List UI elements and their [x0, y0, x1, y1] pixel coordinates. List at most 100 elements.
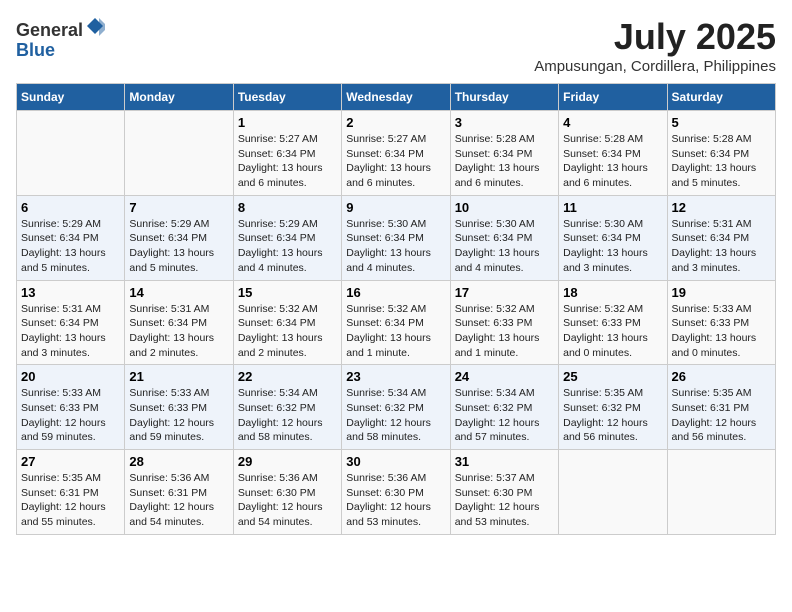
- day-number: 29: [238, 454, 337, 469]
- calendar-cell: [667, 450, 775, 535]
- day-info: Sunrise: 5:32 AM Sunset: 6:34 PM Dayligh…: [346, 302, 445, 361]
- calendar-cell: 19Sunrise: 5:33 AM Sunset: 6:33 PM Dayli…: [667, 280, 775, 365]
- day-info: Sunrise: 5:30 AM Sunset: 6:34 PM Dayligh…: [455, 217, 554, 276]
- day-number: 20: [21, 369, 120, 384]
- calendar-week-row: 6 Sunrise: 5:29 AM Sunset: 6:34 PM Daylig…: [17, 195, 776, 280]
- day-number: 27: [21, 454, 120, 469]
- day-number: 22: [238, 369, 337, 384]
- column-header-wednesday: Wednesday: [342, 84, 450, 111]
- calendar-cell: 2 Sunrise: 5:27 AM Sunset: 6:34 PM Daylig…: [342, 111, 450, 196]
- calendar-cell: 30 Sunrise: 5:36 AM Sunset: 6:30 PM Dayli…: [342, 450, 450, 535]
- day-info: Sunrise: 5:35 AM Sunset: 6:32 PM Dayligh…: [563, 386, 662, 445]
- day-number: 24: [455, 369, 554, 384]
- day-number: 30: [346, 454, 445, 469]
- day-number: 3: [455, 115, 554, 130]
- day-info: Sunrise: 5:34 AM Sunset: 6:32 PM Dayligh…: [346, 386, 445, 445]
- calendar-cell: 18 Sunrise: 5:32 AM Sunset: 6:33 PM Dayli…: [559, 280, 667, 365]
- calendar-cell: [559, 450, 667, 535]
- column-header-monday: Monday: [125, 84, 233, 111]
- calendar-cell: [17, 111, 125, 196]
- column-header-friday: Friday: [559, 84, 667, 111]
- day-info: Sunrise: 5:32 AM Sunset: 6:34 PM Dayligh…: [238, 302, 337, 361]
- logo-blue-text: Blue: [16, 40, 55, 60]
- day-number: 28: [129, 454, 228, 469]
- day-number: 23: [346, 369, 445, 384]
- month-title: July 2025: [534, 16, 776, 58]
- calendar-week-row: 1 Sunrise: 5:27 AM Sunset: 6:34 PM Daylig…: [17, 111, 776, 196]
- day-info: Sunrise: 5:35 AM Sunset: 6:31 PM Dayligh…: [672, 386, 771, 445]
- calendar-cell: 31 Sunrise: 5:37 AM Sunset: 6:30 PM Dayli…: [450, 450, 558, 535]
- location-subtitle: Ampusungan, Cordillera, Philippines: [534, 58, 776, 75]
- day-number: 10: [455, 200, 554, 215]
- day-info: Sunrise: 5:33 AM Sunset: 6:33 PM Dayligh…: [21, 386, 120, 445]
- day-number: 26: [672, 369, 771, 384]
- calendar-week-row: 20 Sunrise: 5:33 AM Sunset: 6:33 PM Dayli…: [17, 365, 776, 450]
- day-info: Sunrise: 5:29 AM Sunset: 6:34 PM Dayligh…: [21, 217, 120, 276]
- calendar-week-row: 27 Sunrise: 5:35 AM Sunset: 6:31 PM Dayli…: [17, 450, 776, 535]
- logo-icon: [85, 16, 105, 36]
- logo-general-text: General: [16, 20, 83, 40]
- day-info: Sunrise: 5:27 AM Sunset: 6:34 PM Dayligh…: [346, 132, 445, 191]
- calendar-week-row: 13Sunrise: 5:31 AM Sunset: 6:34 PM Dayli…: [17, 280, 776, 365]
- day-info: Sunrise: 5:29 AM Sunset: 6:34 PM Dayligh…: [129, 217, 228, 276]
- day-info: Sunrise: 5:28 AM Sunset: 6:34 PM Dayligh…: [455, 132, 554, 191]
- calendar-cell: 7 Sunrise: 5:29 AM Sunset: 6:34 PM Daylig…: [125, 195, 233, 280]
- day-info: Sunrise: 5:36 AM Sunset: 6:30 PM Dayligh…: [346, 471, 445, 530]
- day-number: 31: [455, 454, 554, 469]
- day-number: 7: [129, 200, 228, 215]
- day-info: Sunrise: 5:32 AM Sunset: 6:33 PM Dayligh…: [455, 302, 554, 361]
- calendar-cell: 17 Sunrise: 5:32 AM Sunset: 6:33 PM Dayli…: [450, 280, 558, 365]
- calendar-cell: 14 Sunrise: 5:31 AM Sunset: 6:34 PM Dayli…: [125, 280, 233, 365]
- calendar-cell: 29 Sunrise: 5:36 AM Sunset: 6:30 PM Dayli…: [233, 450, 341, 535]
- day-number: 18: [563, 285, 662, 300]
- calendar-cell: 22 Sunrise: 5:34 AM Sunset: 6:32 PM Dayli…: [233, 365, 341, 450]
- day-info: Sunrise: 5:32 AM Sunset: 6:33 PM Dayligh…: [563, 302, 662, 361]
- day-info: Sunrise: 5:27 AM Sunset: 6:34 PM Dayligh…: [238, 132, 337, 191]
- day-number: 15: [238, 285, 337, 300]
- day-number: 19: [672, 285, 771, 300]
- day-info: Sunrise: 5:31 AM Sunset: 6:34 PM Dayligh…: [672, 217, 771, 276]
- calendar-cell: 11 Sunrise: 5:30 AM Sunset: 6:34 PM Dayli…: [559, 195, 667, 280]
- day-number: 17: [455, 285, 554, 300]
- day-info: Sunrise: 5:37 AM Sunset: 6:30 PM Dayligh…: [455, 471, 554, 530]
- day-number: 12: [672, 200, 771, 215]
- calendar-cell: 23 Sunrise: 5:34 AM Sunset: 6:32 PM Dayli…: [342, 365, 450, 450]
- day-number: 25: [563, 369, 662, 384]
- day-number: 2: [346, 115, 445, 130]
- day-number: 14: [129, 285, 228, 300]
- day-number: 11: [563, 200, 662, 215]
- day-info: Sunrise: 5:34 AM Sunset: 6:32 PM Dayligh…: [238, 386, 337, 445]
- calendar-cell: 5 Sunrise: 5:28 AM Sunset: 6:34 PM Daylig…: [667, 111, 775, 196]
- calendar-cell: 16 Sunrise: 5:32 AM Sunset: 6:34 PM Dayli…: [342, 280, 450, 365]
- calendar-cell: 24Sunrise: 5:34 AM Sunset: 6:32 PM Dayli…: [450, 365, 558, 450]
- calendar-cell: 25 Sunrise: 5:35 AM Sunset: 6:32 PM Dayli…: [559, 365, 667, 450]
- column-header-saturday: Saturday: [667, 84, 775, 111]
- day-number: 1: [238, 115, 337, 130]
- day-number: 9: [346, 200, 445, 215]
- column-header-thursday: Thursday: [450, 84, 558, 111]
- day-info: Sunrise: 5:30 AM Sunset: 6:34 PM Dayligh…: [563, 217, 662, 276]
- day-info: Sunrise: 5:29 AM Sunset: 6:34 PM Dayligh…: [238, 217, 337, 276]
- day-number: 16: [346, 285, 445, 300]
- calendar-cell: 9 Sunrise: 5:30 AM Sunset: 6:34 PM Daylig…: [342, 195, 450, 280]
- day-number: 21: [129, 369, 228, 384]
- day-info: Sunrise: 5:35 AM Sunset: 6:31 PM Dayligh…: [21, 471, 120, 530]
- calendar-cell: 15 Sunrise: 5:32 AM Sunset: 6:34 PM Dayli…: [233, 280, 341, 365]
- day-number: 5: [672, 115, 771, 130]
- calendar-cell: 28 Sunrise: 5:36 AM Sunset: 6:31 PM Dayli…: [125, 450, 233, 535]
- day-number: 6: [21, 200, 120, 215]
- day-info: Sunrise: 5:33 AM Sunset: 6:33 PM Dayligh…: [129, 386, 228, 445]
- calendar-cell: 21 Sunrise: 5:33 AM Sunset: 6:33 PM Dayli…: [125, 365, 233, 450]
- day-info: Sunrise: 5:36 AM Sunset: 6:30 PM Dayligh…: [238, 471, 337, 530]
- day-info: Sunrise: 5:36 AM Sunset: 6:31 PM Dayligh…: [129, 471, 228, 530]
- day-info: Sunrise: 5:28 AM Sunset: 6:34 PM Dayligh…: [672, 132, 771, 191]
- logo: General Blue: [16, 16, 105, 61]
- day-info: Sunrise: 5:30 AM Sunset: 6:34 PM Dayligh…: [346, 217, 445, 276]
- column-header-tuesday: Tuesday: [233, 84, 341, 111]
- day-number: 8: [238, 200, 337, 215]
- column-header-sunday: Sunday: [17, 84, 125, 111]
- calendar-cell: 12 Sunrise: 5:31 AM Sunset: 6:34 PM Dayli…: [667, 195, 775, 280]
- day-info: Sunrise: 5:28 AM Sunset: 6:34 PM Dayligh…: [563, 132, 662, 191]
- day-info: Sunrise: 5:31 AM Sunset: 6:34 PM Dayligh…: [129, 302, 228, 361]
- calendar-cell: 3 Sunrise: 5:28 AM Sunset: 6:34 PM Daylig…: [450, 111, 558, 196]
